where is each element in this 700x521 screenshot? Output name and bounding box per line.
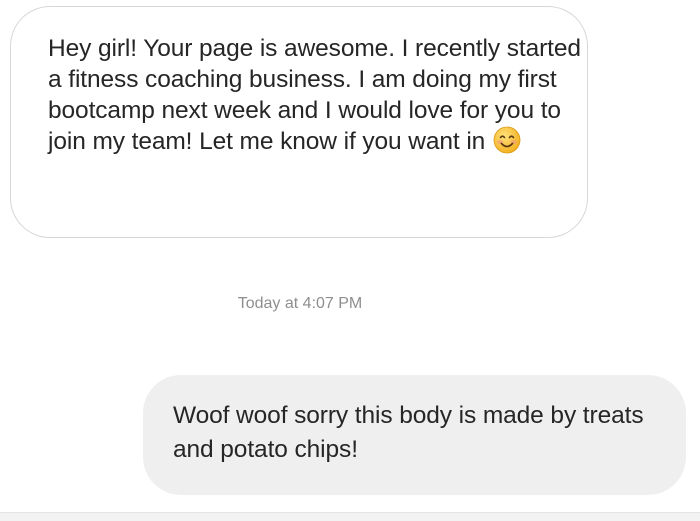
received-message-bubble[interactable]: Hey girl! Your page is awesome. I recent…: [10, 6, 588, 238]
sent-message-text: Woof woof sorry this body is made by tre…: [173, 402, 644, 463]
message-thread: Hey girl! Your page is awesome. I recent…: [0, 0, 700, 521]
sent-message-bubble[interactable]: Woof woof sorry this body is made by tre…: [143, 375, 686, 495]
received-message-body: Hey girl! Your page is awesome. I recent…: [48, 33, 583, 157]
message-timestamp: Today at 4:07 PM: [237, 295, 363, 312]
smiling-face-emoji-icon: [493, 126, 521, 154]
